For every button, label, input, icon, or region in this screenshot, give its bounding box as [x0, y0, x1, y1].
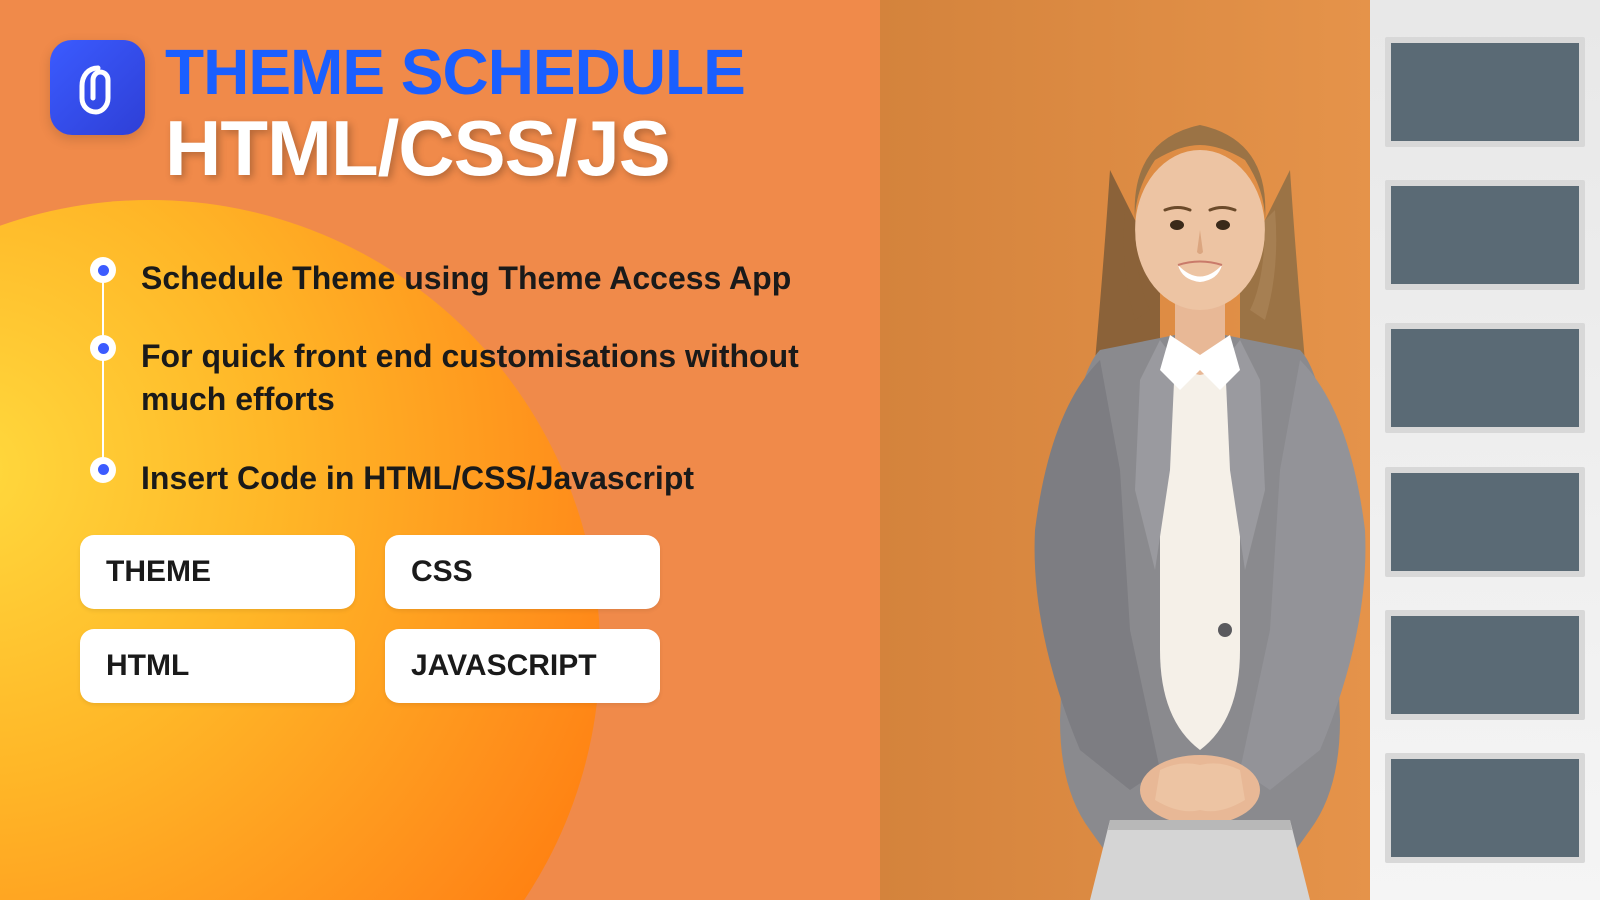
feature-item: Schedule Theme using Theme Access App — [90, 257, 830, 300]
attachment-icon — [68, 58, 128, 118]
header: THEME SCHEDULE HTML/CSS/JS — [50, 40, 830, 187]
feature-text: Schedule Theme using Theme Access App — [141, 257, 791, 300]
app-logo — [50, 40, 145, 135]
title-primary: THEME SCHEDULE — [165, 40, 745, 104]
bullet-dot-icon — [90, 457, 116, 483]
right-photo-panel — [880, 0, 1600, 900]
feature-list: Schedule Theme using Theme Access App Fo… — [90, 257, 830, 500]
title-group: THEME SCHEDULE HTML/CSS/JS — [165, 40, 745, 187]
feature-text: For quick front end customisations witho… — [141, 335, 830, 421]
feature-item: For quick front end customisations witho… — [90, 335, 830, 421]
content-wrapper: THEME SCHEDULE HTML/CSS/JS Schedule Them… — [0, 0, 880, 743]
tag-css: CSS — [385, 535, 660, 609]
tag-html: HTML — [80, 629, 355, 703]
bullet-dot-icon — [90, 257, 116, 283]
person-photo — [960, 70, 1440, 900]
title-secondary: HTML/CSS/JS — [165, 109, 745, 187]
tag-theme: THEME — [80, 535, 355, 609]
bullet-dot-icon — [90, 335, 116, 361]
tag-grid: THEME CSS HTML JAVASCRIPT — [80, 535, 830, 703]
left-content-panel: THEME SCHEDULE HTML/CSS/JS Schedule Them… — [0, 0, 880, 900]
tag-javascript: JAVASCRIPT — [385, 629, 660, 703]
feature-text: Insert Code in HTML/CSS/Javascript — [141, 457, 694, 500]
feature-item: Insert Code in HTML/CSS/Javascript — [90, 457, 830, 500]
